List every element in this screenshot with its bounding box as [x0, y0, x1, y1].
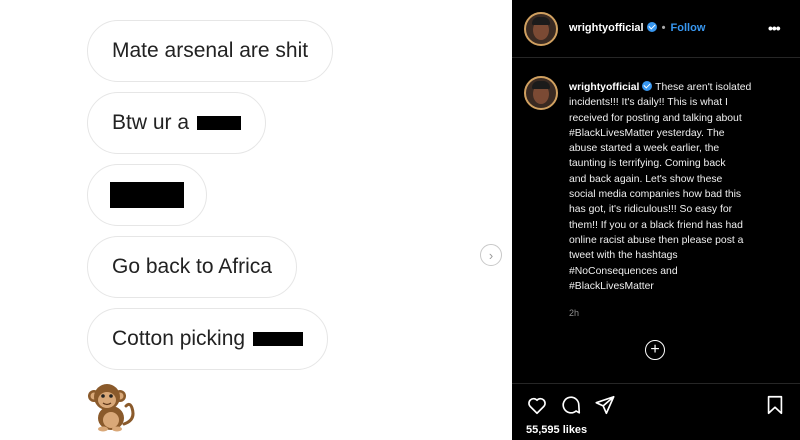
- verified-badge-icon: [642, 81, 653, 91]
- message-bubble: Go back to Africa: [87, 236, 297, 298]
- message-text: Go back to Africa: [112, 255, 272, 278]
- redaction-bar: [110, 182, 184, 208]
- redaction-bar: [253, 332, 304, 346]
- caption-line: #BlackLivesMatter: [569, 280, 654, 292]
- avatar[interactable]: [524, 12, 558, 46]
- caption-line: incidents!!! It's daily!! This is what I: [569, 97, 728, 109]
- heart-icon[interactable]: [526, 394, 548, 416]
- message-bubble: [87, 164, 207, 226]
- post-header: wrightyofficial • Follow •••: [512, 0, 800, 58]
- bookmark-icon[interactable]: [764, 394, 786, 416]
- follow-button[interactable]: Follow: [671, 22, 706, 34]
- message-bubble: Cotton picking: [87, 308, 329, 370]
- caption-line: #NoConsequences and: [569, 265, 678, 277]
- caption-line: tweet with the hashtags: [569, 250, 678, 262]
- caption-line: has got, it's ridiculous!!! So easy for: [569, 204, 733, 216]
- monkey-emoji-icon: [88, 384, 135, 432]
- chevron-right-icon: ›: [488, 247, 494, 263]
- caption-username[interactable]: wrightyofficial: [569, 82, 639, 93]
- caption-line: abuse started a week earlier, the: [569, 143, 720, 155]
- post-sidebar: wrightyofficial • Follow ••• wrightyoffi…: [512, 0, 800, 440]
- caption-line: online racist abuse then please post a: [569, 234, 744, 246]
- caption-line: #BlackLivesMatter yesterday. The: [569, 127, 725, 139]
- message-text: Cotton picking: [112, 327, 246, 350]
- caption-line: received for posting and talking about: [569, 112, 742, 124]
- caption-line: taunting is terrifying. Coming back: [569, 158, 726, 170]
- post-timestamp: 2h: [569, 308, 580, 318]
- load-more-comments-button[interactable]: +: [645, 340, 665, 360]
- action-bar: 55,595 likes: [512, 383, 800, 440]
- message-bubble: Mate arsenal are shit: [87, 20, 334, 82]
- separator: •: [661, 22, 666, 34]
- header-user: wrightyofficial • Follow: [569, 22, 705, 34]
- caption-avatar[interactable]: [524, 76, 558, 110]
- redaction-bar: [197, 116, 242, 130]
- next-image-button[interactable]: ›: [480, 244, 502, 266]
- message-text: Mate arsenal are shit: [112, 39, 309, 62]
- username-link[interactable]: wrightyofficial: [569, 22, 644, 34]
- more-options-icon[interactable]: •••: [768, 20, 781, 36]
- verified-badge-icon: [646, 22, 657, 32]
- plus-circle-icon: +: [650, 341, 660, 358]
- share-icon[interactable]: [594, 394, 616, 416]
- caption-line: These aren't isolated: [655, 82, 752, 93]
- likes-count[interactable]: 55,595 likes: [526, 424, 587, 436]
- post-image: Mate arsenal are shit Btw ur a Go back t…: [0, 0, 512, 440]
- caption-line: social media companies how bad this: [569, 189, 742, 201]
- message-text: Btw ur a: [112, 111, 190, 134]
- message-bubble: Btw ur a: [87, 92, 267, 154]
- caption: wrightyofficial These aren't isolated in…: [569, 80, 787, 294]
- caption-line: and back again. Let's show these: [569, 173, 723, 185]
- comment-icon[interactable]: [560, 394, 582, 416]
- caption-line: them!! If you or a black friend has had: [569, 219, 743, 231]
